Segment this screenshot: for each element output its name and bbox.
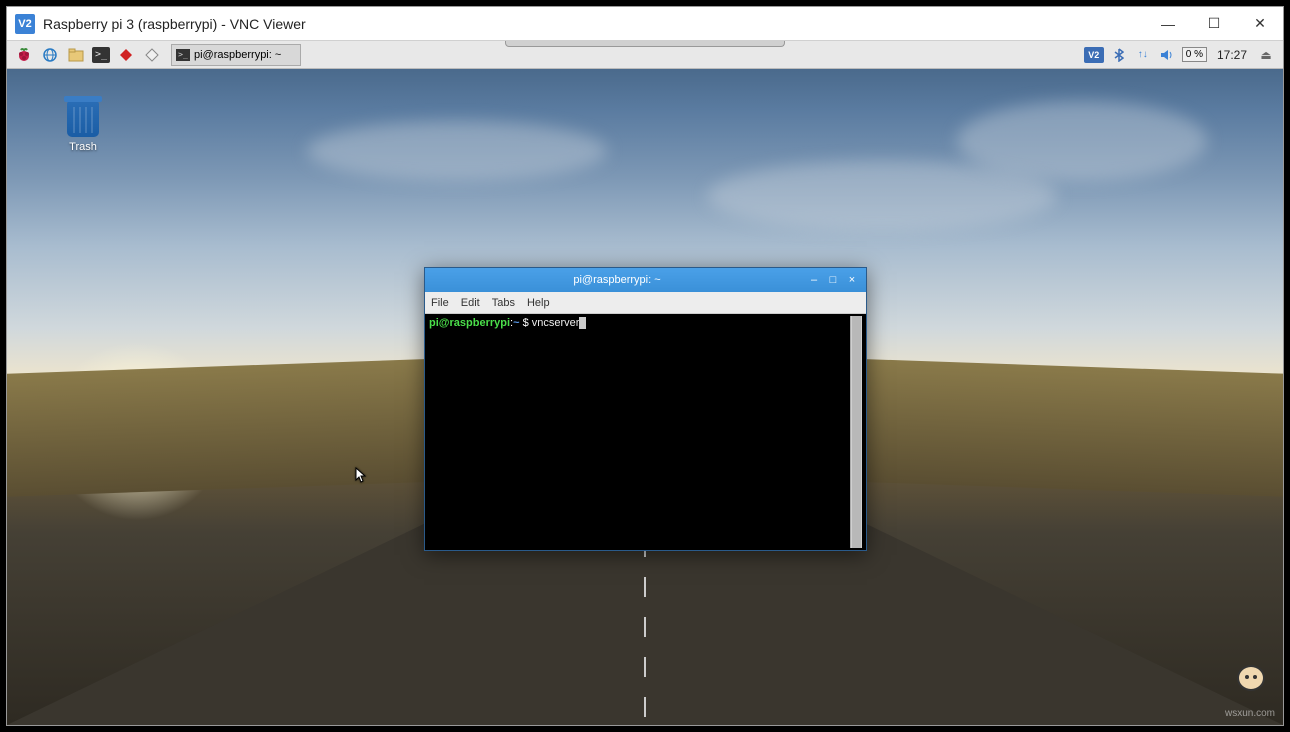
terminal-scrollbar[interactable] bbox=[850, 316, 862, 548]
terminal-titlebar[interactable]: pi@raspberrypi: ~ – □ × bbox=[425, 268, 866, 292]
tray-clock[interactable]: 17:27 bbox=[1213, 48, 1251, 62]
terminal-mini-icon: >_ bbox=[176, 49, 190, 61]
terminal-menu-help[interactable]: Help bbox=[527, 297, 550, 309]
trash-bin-icon bbox=[67, 101, 99, 137]
wolfram-icon[interactable] bbox=[142, 45, 162, 65]
window-maximize-button[interactable]: ☐ bbox=[1191, 7, 1237, 40]
terminal-menubar: File Edit Tabs Help bbox=[425, 292, 866, 314]
terminal-launcher-icon[interactable]: >_ bbox=[92, 47, 110, 63]
terminal-scrollbar-thumb[interactable] bbox=[852, 316, 861, 548]
prompt-dollar: $ bbox=[520, 317, 532, 329]
terminal-minimize-button[interactable]: – bbox=[806, 272, 822, 288]
tray-cpu-usage[interactable]: 0 % bbox=[1182, 47, 1207, 62]
window-minimize-button[interactable]: — bbox=[1145, 7, 1191, 40]
watermark-text: wsxun.com bbox=[1225, 708, 1275, 719]
terminal-menu-tabs[interactable]: Tabs bbox=[492, 297, 515, 309]
tray-bluetooth-icon[interactable] bbox=[1110, 46, 1128, 64]
prompt-user-host: pi@raspberrypi bbox=[429, 317, 510, 329]
system-tray: V2 ↑↓ 0 % 17:27 ⏏ bbox=[1084, 46, 1279, 64]
taskbar-window-label: pi@raspberrypi: ~ bbox=[194, 49, 281, 61]
file-manager-icon[interactable] bbox=[66, 45, 86, 65]
remote-desktop[interactable]: >_ >_ pi@raspberrypi: ~ V2 ↑↓ bbox=[7, 41, 1283, 725]
tray-eject-icon[interactable]: ⏏ bbox=[1257, 46, 1275, 64]
prompt-command: vncserver bbox=[532, 317, 580, 329]
terminal-cursor bbox=[579, 317, 586, 329]
terminal-maximize-button[interactable]: □ bbox=[825, 272, 841, 288]
terminal-menu-edit[interactable]: Edit bbox=[461, 297, 480, 309]
terminal-menu-file[interactable]: File bbox=[431, 297, 449, 309]
window-title: Raspberry pi 3 (raspberrypi) - VNC Viewe… bbox=[43, 16, 1145, 32]
terminal-title: pi@raspberrypi: ~ bbox=[431, 274, 803, 286]
trash-label: Trash bbox=[55, 141, 111, 153]
window-close-button[interactable]: ✕ bbox=[1237, 7, 1283, 40]
menu-raspberry-icon[interactable] bbox=[14, 45, 34, 65]
mathematica-icon[interactable] bbox=[116, 45, 136, 65]
terminal-body[interactable]: pi@raspberrypi:~ $ vncserver bbox=[425, 314, 866, 550]
desktop-trash-icon[interactable]: Trash bbox=[55, 101, 111, 153]
vnc-app-icon: V2 bbox=[15, 14, 35, 34]
tray-vnc-icon[interactable]: V2 bbox=[1084, 47, 1104, 63]
tray-volume-icon[interactable] bbox=[1158, 46, 1176, 64]
vnc-viewer-window: V2 Raspberry pi 3 (raspberrypi) - VNC Vi… bbox=[6, 6, 1284, 726]
vnc-toolbar-handle[interactable] bbox=[505, 41, 785, 47]
taskbar-window-entry[interactable]: >_ pi@raspberrypi: ~ bbox=[171, 44, 301, 66]
window-titlebar[interactable]: V2 Raspberry pi 3 (raspberrypi) - VNC Vi… bbox=[7, 7, 1283, 41]
terminal-window[interactable]: pi@raspberrypi: ~ – □ × File Edit Tabs H… bbox=[424, 267, 867, 551]
web-browser-icon[interactable] bbox=[40, 45, 60, 65]
tray-network-icon[interactable]: ↑↓ bbox=[1134, 46, 1152, 64]
terminal-close-button[interactable]: × bbox=[844, 272, 860, 288]
